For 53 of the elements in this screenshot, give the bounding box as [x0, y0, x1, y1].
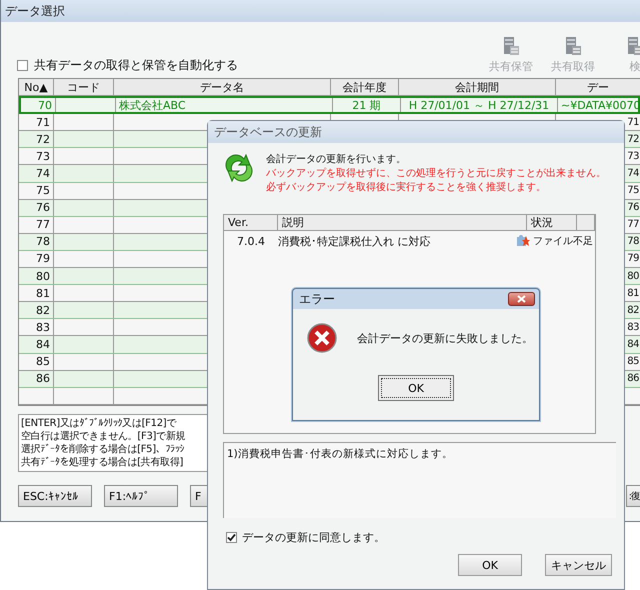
table-cell: 75	[627, 185, 639, 196]
table-cell: 81	[627, 288, 639, 299]
message-text: 会計データの更新を行います。	[266, 153, 407, 167]
warning-text: バックアップを取得せずに、この処理を行うと元に戻すことが出来ません。	[266, 167, 606, 181]
table-cell: 73	[627, 150, 639, 162]
help-text: 空白行は選択できません。[F3]で新規	[21, 430, 186, 443]
table-cell: 79	[627, 253, 639, 264]
note-text: 1)消費税申告書･付表の新様式に対応します。	[223, 442, 616, 518]
table-cell: 74	[627, 168, 639, 179]
table-cell: 81	[19, 285, 54, 302]
table-cell: 71	[19, 114, 54, 130]
table-cell: 82	[19, 302, 54, 318]
version-text: 7.0.4	[236, 234, 266, 248]
dialog-title: データベースの更新	[214, 124, 322, 140]
table-cell: 84	[19, 336, 54, 353]
table-cell: 86	[19, 370, 54, 387]
checkbox-label: データの更新に同意します。	[242, 530, 385, 544]
table-cell: 79	[19, 250, 54, 268]
table-cell: 76	[627, 202, 639, 214]
table-cell: 83	[19, 319, 54, 336]
help-text: [ENTER]又はﾀﾞﾌﾞﾙｸﾘｯｸ又は[F12]で	[21, 417, 178, 430]
table-cell: 80	[627, 270, 639, 282]
dialog-title: エラー	[299, 290, 335, 308]
table-cell: 72	[627, 134, 639, 145]
table-cell: 78	[627, 236, 639, 248]
table-cell: 72	[19, 131, 54, 148]
table-cell: 21 期	[352, 98, 381, 112]
table-cell: 77	[627, 219, 639, 230]
table-cell: 86	[627, 373, 639, 384]
table-cell: 株式会社ABC	[119, 98, 186, 112]
table-cell: 85	[19, 354, 54, 370]
table-cell: 78	[19, 234, 54, 250]
error-message: 会計データの更新に失敗しました。	[357, 330, 533, 346]
table-cell: 71	[627, 116, 639, 128]
table-cell: 82	[627, 304, 639, 316]
status-text: ファイル不足	[533, 235, 593, 248]
table-cell: 84	[627, 339, 639, 350]
description-text: 消費税･特定課税仕入れ に対応	[278, 234, 432, 248]
table-cell: 75	[19, 182, 54, 199]
table-cell: H 27/01/01 ～ H 27/12/31	[408, 98, 550, 112]
table-cell: 77	[19, 216, 54, 233]
table-cell: 85	[627, 356, 639, 368]
window-title: データ選択	[5, 2, 65, 20]
table-cell: 74	[19, 165, 54, 182]
table-cell: 83	[627, 322, 639, 333]
checkbox-label: 共有データの取得と保管を自動化する	[34, 57, 238, 74]
table-cell: 80	[19, 268, 54, 284]
help-text: 共有ﾃﾞｰﾀを処理する場合は[共有取得]	[21, 456, 184, 469]
warning-text: 必ずバックアップを取得後に実行することを強く推奨します。	[266, 181, 547, 195]
table-cell: 73	[19, 148, 54, 164]
table-cell: 76	[19, 200, 54, 216]
help-text: 選択ﾃﾞｰﾀを削除する場合は[F5]、ﾌﾗｯｼ	[21, 443, 186, 456]
table-cell: 70	[21, 98, 56, 112]
